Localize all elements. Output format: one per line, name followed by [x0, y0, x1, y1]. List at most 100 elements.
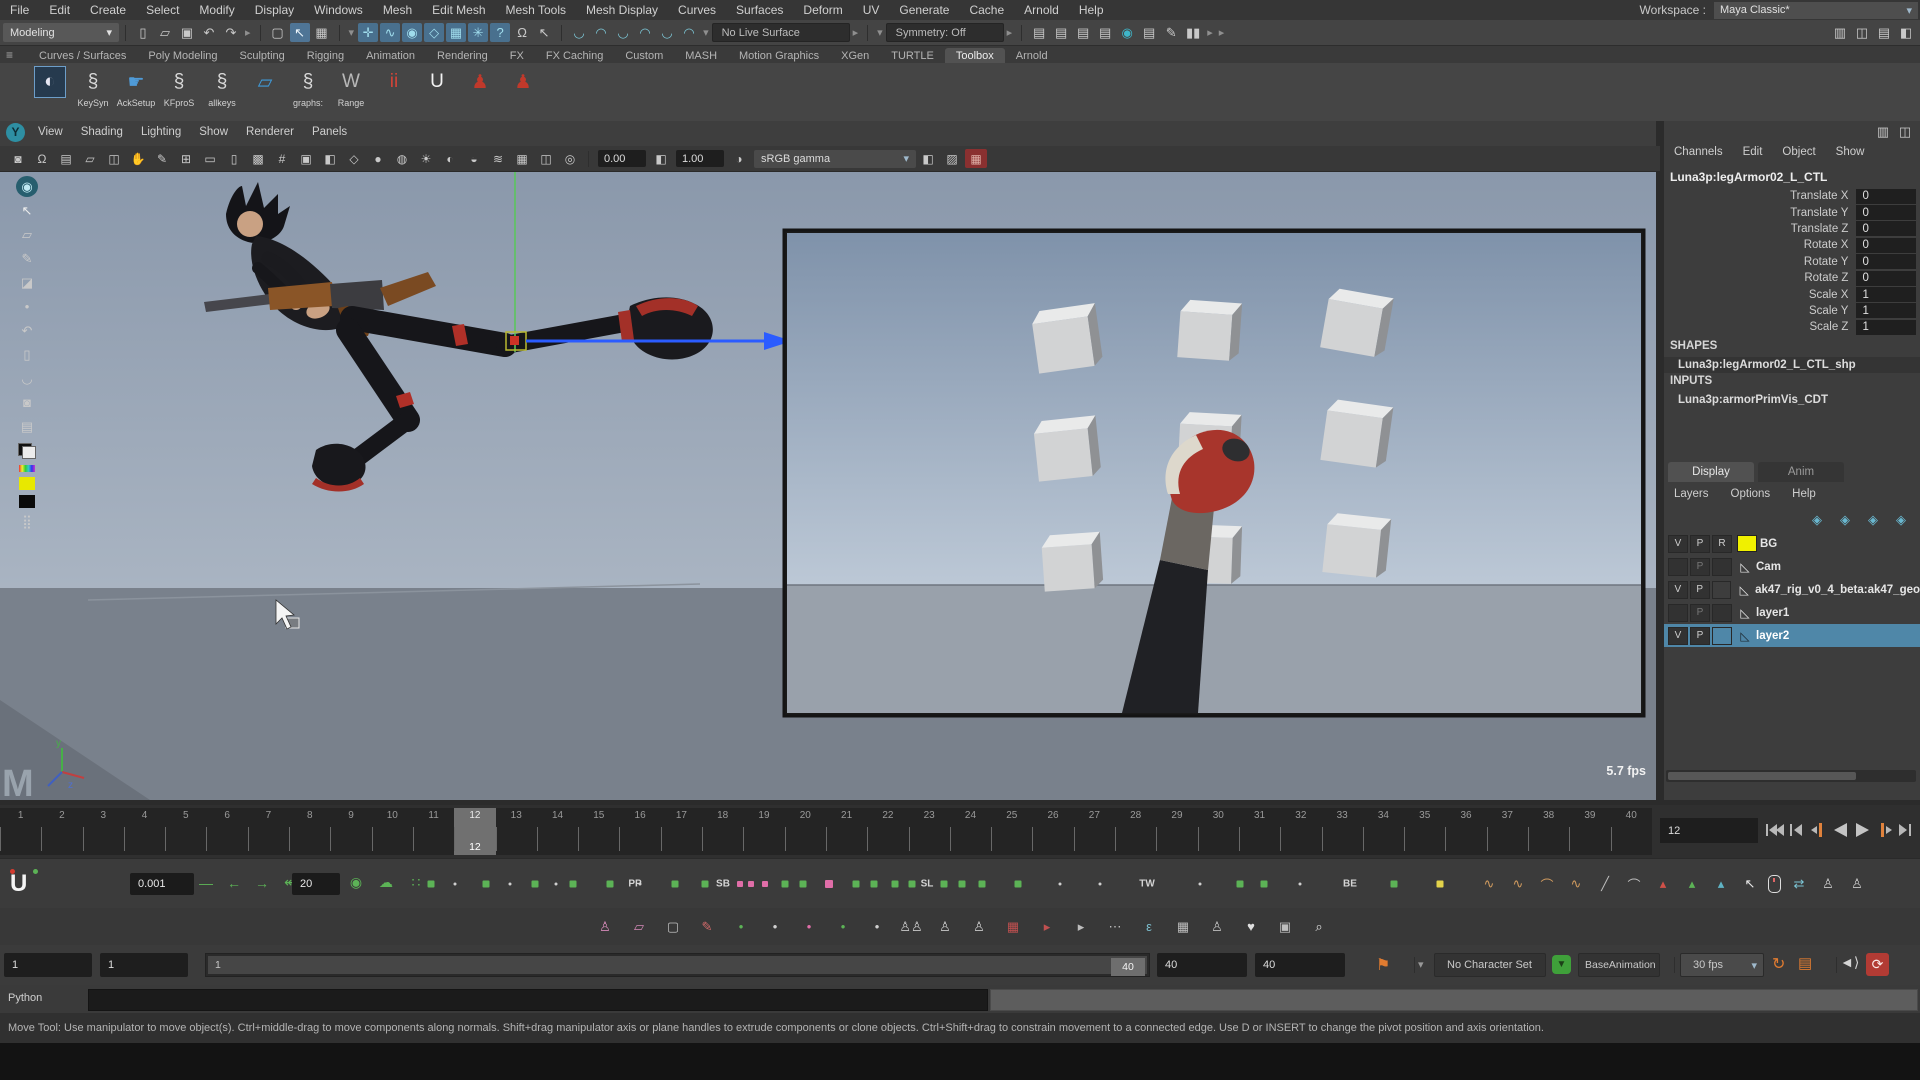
step-back-frame-button[interactable] [1808, 820, 1829, 840]
safe-action-icon[interactable]: ▣ [295, 149, 317, 168]
attr-name[interactable]: Rotate Z [1664, 272, 1856, 284]
timeline-frame-19[interactable]: 19 [743, 808, 784, 855]
render-settings-icon[interactable]: ▤ [1095, 23, 1115, 42]
track-marker[interactable] [737, 881, 743, 887]
dot-green-2-icon[interactable]: • [833, 917, 853, 936]
timeline-frame-22[interactable]: 22 [867, 808, 908, 855]
motion-blur-icon[interactable]: ≋ [487, 149, 509, 168]
layer-v-toggle[interactable]: V [1668, 627, 1688, 645]
layer-row-bg[interactable]: VPRBG [1664, 532, 1920, 555]
red-grid-icon[interactable]: ▦ [1003, 917, 1023, 936]
timeline-frame-27[interactable]: 27 [1074, 808, 1115, 855]
playback-end-field[interactable]: 40 [1157, 953, 1247, 977]
timeline-frame-36[interactable]: 36 [1445, 808, 1486, 855]
layer-p-toggle[interactable]: P [1690, 627, 1710, 645]
select-cursor-icon[interactable]: ↖ [16, 200, 38, 221]
swap-arrows-icon[interactable]: ⇄ [1789, 875, 1809, 894]
panel-logo-icon[interactable]: Y [6, 123, 25, 142]
person-b-icon[interactable]: ♙ [1847, 875, 1867, 894]
dot-white-1-icon[interactable]: • [765, 917, 785, 936]
attr-value-field[interactable]: 1 [1856, 303, 1916, 318]
track-marker[interactable] [959, 881, 966, 888]
timeline-frame-20[interactable]: 20 [785, 808, 826, 855]
track-marker[interactable] [555, 883, 558, 886]
shelf-tab-xgen[interactable]: XGen [830, 48, 880, 63]
timeline-frame-32[interactable]: 32 [1280, 808, 1321, 855]
lmenu-layers[interactable]: Layers [1674, 488, 1709, 500]
construction-b-icon[interactable]: ◠ [679, 23, 699, 42]
snapshot-red-icon[interactable]: ▦ [965, 149, 987, 168]
shelf-item-range-tool[interactable]: WRange [331, 66, 371, 109]
play-forwards-button[interactable] [1852, 820, 1873, 840]
timeline-frame-14[interactable]: 14 [537, 808, 578, 855]
select-component-icon[interactable]: ▦ [312, 23, 332, 42]
shelf-tab-turtle[interactable]: TURTLE [880, 48, 945, 63]
multisample-icon[interactable]: ▦ [511, 149, 533, 168]
layer-row-layer1[interactable]: P◺layer1 [1664, 601, 1920, 624]
fps-select[interactable]: 30 fps ▾ [1680, 953, 1764, 977]
exposure-toggle-icon[interactable]: ◧ [917, 149, 939, 168]
shelf-item-kfpros-script[interactable]: §KFproS [159, 66, 199, 109]
open-scene-icon[interactable]: ▱ [155, 23, 175, 42]
camera-attributes-icon[interactable]: ▤ [55, 149, 77, 168]
layer-from-selected-icon[interactable]: ◈ [1891, 510, 1911, 529]
new-scene-icon[interactable]: ▯ [133, 23, 153, 42]
viewport[interactable]: y z M [0, 171, 1656, 800]
history-off-icon[interactable]: ◠ [635, 23, 655, 42]
shelf-tab-motion-graphics[interactable]: Motion Graphics [728, 48, 830, 63]
menu-item-curves[interactable]: Curves [668, 3, 726, 17]
layer-scrollbar[interactable] [1666, 770, 1916, 782]
undo-arrow-icon[interactable]: ↶ [16, 320, 38, 341]
menu-item-edit[interactable]: Edit [39, 3, 80, 17]
track-marker[interactable] [509, 883, 512, 886]
layer-p-toggle[interactable]: P [1690, 558, 1710, 576]
attr-name[interactable]: Scale Y [1664, 305, 1856, 317]
attr-name[interactable]: Scale Z [1664, 321, 1856, 333]
current-frame-field[interactable]: 12 [1660, 818, 1758, 843]
timeline-frame-13[interactable]: 13 [496, 808, 537, 855]
input-connection-icon[interactable]: ◡ [569, 23, 589, 42]
layer-empty-icon[interactable]: ◈ [1863, 510, 1883, 529]
menu-item-generate[interactable]: Generate [889, 3, 959, 17]
layer-name[interactable]: layer1 [1756, 607, 1789, 619]
layer-r-toggle[interactable] [1712, 581, 1732, 599]
timeline-frame-11[interactable]: 11 [413, 808, 454, 855]
layer-v-toggle[interactable] [1668, 558, 1688, 576]
two-d-pan-icon[interactable]: ✋ [127, 149, 149, 168]
attr-value-field[interactable]: 0 [1856, 271, 1916, 286]
pmenu-item-renderer[interactable]: Renderer [237, 126, 303, 138]
gate-mask-icon[interactable]: ▩ [247, 149, 269, 168]
timeline-frame-31[interactable]: 31 [1239, 808, 1280, 855]
exposure-icon[interactable]: ◧ [650, 149, 672, 168]
snap-grid-icon[interactable]: ✛ [358, 23, 378, 42]
layer-name[interactable]: ak47_rig_v0_4_beta:ak47_geo [1755, 584, 1920, 596]
step-forward-frame-button[interactable] [1874, 820, 1895, 840]
trash-icon[interactable]: ▯ [16, 344, 38, 365]
lock-camera-icon[interactable]: Ω [31, 149, 53, 168]
timeline-frame-30[interactable]: 30 [1198, 808, 1239, 855]
layer-name[interactable]: BG [1760, 538, 1777, 550]
track-marker[interactable] [607, 881, 614, 888]
shadows-icon[interactable]: ◐ [439, 149, 461, 168]
xray-icon[interactable]: ◫ [535, 149, 557, 168]
menu-item-file[interactable]: File [0, 3, 39, 17]
redo-icon[interactable]: ↷ [221, 23, 241, 42]
heart-icon[interactable]: ♥ [1241, 917, 1261, 936]
shelf-tab-toolbox[interactable]: Toolbox [945, 48, 1005, 63]
track-marker[interactable] [941, 881, 948, 888]
track-marker[interactable] [909, 881, 916, 888]
wireframe-icon[interactable]: ◇ [343, 149, 365, 168]
render-pr-icon[interactable]: ▤ [1073, 23, 1093, 42]
shelf-tab-fx[interactable]: FX [499, 48, 535, 63]
construction-a-icon[interactable]: ◡ [657, 23, 677, 42]
bw-swatch[interactable] [18, 443, 36, 459]
channel-object-name[interactable]: Luna3p:legArmor02_L_CTL [1670, 170, 1827, 184]
menu-item-help[interactable]: Help [1069, 3, 1114, 17]
shelf-tab-mash[interactable]: MASH [674, 48, 728, 63]
go-to-end-button[interactable] [1896, 820, 1917, 840]
range-end-handle[interactable]: 40 [1111, 958, 1145, 976]
cb-menu-edit[interactable]: Edit [1743, 146, 1763, 158]
menu-item-uv[interactable]: UV [853, 3, 890, 17]
key-red-icon[interactable]: ▴ [1653, 875, 1673, 894]
gamma-field[interactable]: 1.00 [676, 150, 724, 167]
